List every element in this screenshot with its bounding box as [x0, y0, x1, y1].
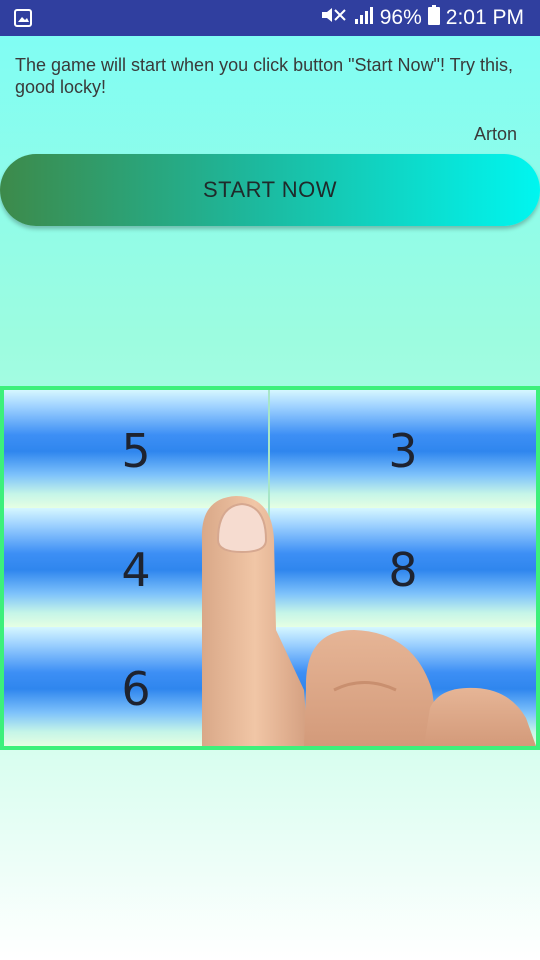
- grid-cell[interactable]: 8: [270, 508, 536, 627]
- cell-number: 6: [121, 661, 151, 716]
- battery-percent: 96%: [379, 6, 422, 29]
- cell-number: 3: [388, 424, 418, 478]
- author-name: Arton: [473, 124, 517, 144]
- grid-cell[interactable]: 6: [4, 627, 270, 746]
- grid-cell[interactable]: [270, 627, 536, 746]
- gallery-icon: [14, 9, 32, 32]
- status-bar: 96% 2:01 PM: [0, 0, 540, 36]
- grid-cell[interactable]: 4: [4, 508, 270, 627]
- cell-number: 5: [121, 424, 151, 478]
- battery-icon: [427, 5, 440, 31]
- grid-cell[interactable]: 5: [4, 390, 270, 508]
- cell-number: 8: [388, 542, 418, 597]
- intro-text: The game will start when you click butto…: [15, 55, 513, 97]
- number-grid: 5 3 4 8 6: [0, 386, 540, 750]
- status-time: 2:01 PM: [445, 6, 524, 29]
- start-now-button[interactable]: START NOW: [0, 154, 540, 226]
- grid-cell[interactable]: 3: [270, 390, 536, 508]
- signal-icon: [354, 6, 374, 30]
- mute-icon: [320, 5, 348, 31]
- cell-number: 4: [121, 542, 151, 597]
